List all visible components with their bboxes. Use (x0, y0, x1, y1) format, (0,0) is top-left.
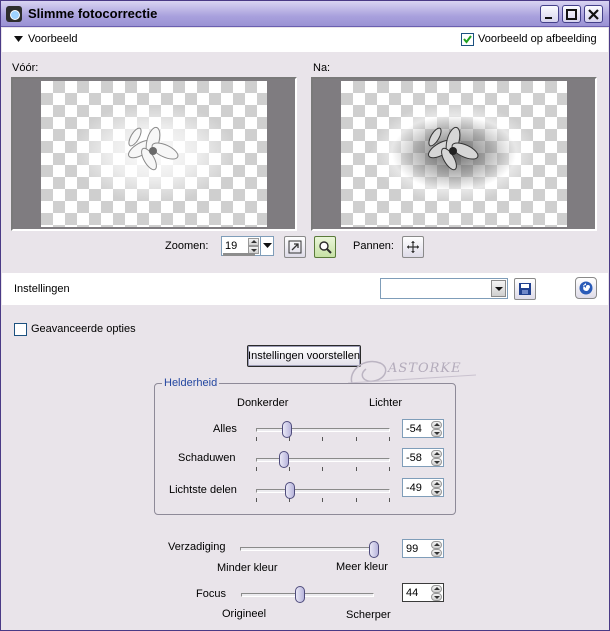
transparency-grid (41, 81, 267, 227)
focus-spin-arrows[interactable] (431, 585, 442, 601)
focus-max-label: Scherper (346, 609, 391, 621)
after-preview[interactable] (311, 77, 597, 231)
zoom-spin-arrows[interactable] (248, 238, 259, 254)
collapse-arrow-icon[interactable] (14, 36, 23, 42)
slider-ticks-shadows (256, 467, 390, 471)
magnifier-icon (319, 241, 332, 254)
flower-image (128, 126, 179, 171)
saturation-track[interactable] (240, 547, 375, 551)
brightness-group-title: Helderheid (162, 377, 220, 389)
title-bar[interactable]: Slimme fotocorrectie (1, 1, 609, 27)
saturation-spin-arrows[interactable] (431, 541, 442, 557)
show-on-image-label[interactable]: Voorbeeld op afbeelding (478, 33, 597, 45)
focus-value-box[interactable]: 44 (402, 583, 444, 602)
move-icon (407, 241, 419, 253)
camera-icon (6, 6, 22, 22)
darker-label: Donkerder (237, 397, 289, 409)
slider-label-shadows: Schaduwen (178, 452, 236, 464)
minimize-button[interactable] (540, 5, 559, 23)
slider-thumb-all[interactable] (281, 421, 292, 438)
slider-track-highlights[interactable] (256, 489, 390, 493)
advanced-options-label[interactable]: Geavanceerde opties (31, 323, 136, 335)
focus-label: Focus (196, 588, 226, 600)
spin-arrows-highlights[interactable] (431, 480, 442, 496)
zoom-label: Zoomen: (165, 240, 209, 252)
slider-thumb-highlights[interactable] (285, 482, 296, 499)
fit-window-button[interactable] (284, 236, 306, 258)
lighter-label: Lichter (369, 397, 403, 409)
reset-button[interactable] (575, 277, 597, 299)
dialog-window: Slimme fotocorrectie Voorbeeld Voorbeeld… (0, 0, 610, 631)
zoom-dropdown[interactable] (260, 236, 274, 256)
saturation-value-box[interactable]: 99 (402, 539, 444, 558)
value-all[interactable]: -54 (406, 423, 422, 435)
value-box-highlights[interactable]: -49 (402, 478, 444, 497)
slider-label-highlights: Lichtste delen (169, 484, 237, 496)
focus-value[interactable]: 44 (406, 587, 418, 599)
value-box-all[interactable]: -54 (402, 419, 444, 438)
settings-label: Instellingen (14, 283, 70, 295)
preview-header: Voorbeeld Voorbeeld op afbeelding (2, 28, 608, 52)
down-arrow-icon[interactable] (431, 458, 442, 466)
flower-image (428, 126, 479, 171)
slider-thumb-shadows[interactable] (279, 451, 290, 468)
slider-ticks-highlights (256, 498, 390, 502)
advanced-options-checkbox[interactable] (14, 323, 27, 336)
resize-icon (288, 240, 302, 254)
down-arrow-icon[interactable] (431, 549, 442, 557)
zoom-value[interactable]: 19 (225, 240, 237, 252)
saturation-thumb[interactable] (368, 541, 379, 558)
slider-track-shadows[interactable] (256, 458, 390, 462)
spin-arrows-all[interactable] (431, 421, 442, 437)
save-preset-button[interactable] (514, 278, 536, 300)
up-arrow-icon[interactable] (431, 585, 442, 593)
chevron-down-icon (263, 243, 272, 248)
save-icon (519, 283, 531, 295)
pan-label: Pannen: (353, 240, 394, 252)
saturation-min-label: Minder kleur (217, 562, 278, 574)
up-arrow-icon[interactable] (431, 450, 442, 458)
down-arrow-icon[interactable] (431, 488, 442, 496)
focus-track[interactable] (241, 593, 374, 597)
show-on-image-checkbox[interactable] (461, 33, 474, 46)
pan-button[interactable] (402, 236, 424, 258)
slider-ticks-all (256, 437, 390, 441)
down-arrow-icon[interactable] (431, 429, 442, 437)
transparency-grid (341, 81, 567, 227)
down-arrow-icon[interactable] (431, 593, 442, 601)
before-label: Vóór: (12, 62, 39, 74)
preview-section-label[interactable]: Voorbeeld (28, 33, 78, 45)
focus-thumb[interactable] (294, 586, 305, 603)
checkmark-icon (463, 35, 472, 44)
slider-track-all[interactable] (256, 428, 390, 432)
undo-icon (579, 281, 593, 295)
value-highlights[interactable]: -49 (406, 482, 422, 494)
up-arrow-icon[interactable] (431, 480, 442, 488)
focus-min-label: Origineel (222, 608, 267, 620)
value-shadows[interactable]: -58 (406, 452, 422, 464)
after-label: Na: (313, 62, 331, 74)
maximize-button[interactable] (562, 5, 581, 23)
up-arrow-icon[interactable] (431, 541, 442, 549)
window-title: Slimme fotocorrectie (28, 6, 158, 21)
watermark-text: ASTORKE (388, 361, 462, 376)
suggest-settings-button[interactable]: Instellingen voorstellen (247, 345, 361, 367)
value-box-shadows[interactable]: -58 (402, 448, 444, 467)
before-preview[interactable] (11, 77, 297, 231)
zoom-level-bar (223, 253, 255, 256)
spin-arrows-shadows[interactable] (431, 450, 442, 466)
saturation-value[interactable]: 99 (406, 543, 418, 555)
up-arrow-icon[interactable] (431, 421, 442, 429)
saturation-max-label: Meer kleur (336, 561, 388, 573)
chevron-down-icon[interactable] (491, 280, 506, 297)
slider-label-all: Alles (213, 423, 237, 435)
zoom-up-arrow-icon[interactable] (248, 238, 259, 246)
close-button[interactable] (584, 5, 603, 23)
settings-preset-dropdown[interactable] (380, 278, 508, 299)
zoom-preview-button[interactable] (314, 236, 336, 258)
saturation-label: Verzadiging (168, 541, 226, 553)
